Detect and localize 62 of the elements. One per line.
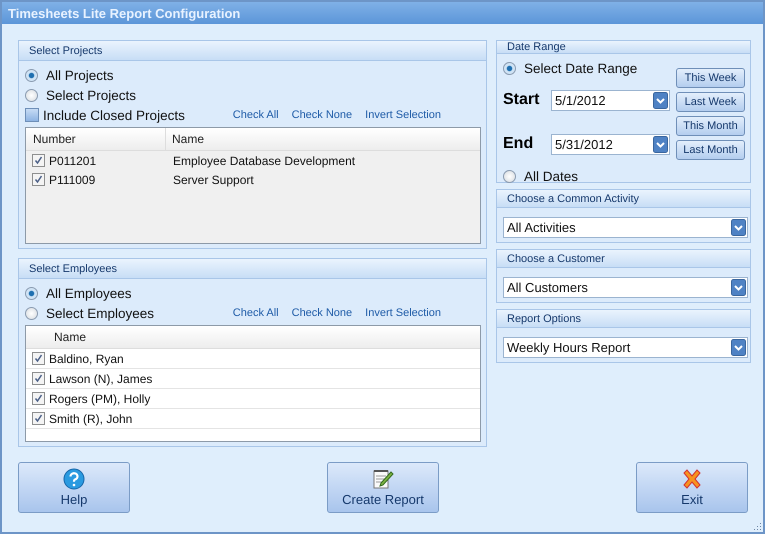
panel-title: Choose a Customer: [507, 252, 605, 264]
table-cell: Smith (R), John: [49, 412, 132, 426]
column-header: Name: [171, 131, 204, 148]
window-title: Timesheets Lite Report Configuration: [8, 6, 240, 20]
date-preset-button[interactable]: Last Month: [676, 140, 745, 160]
radio-button[interactable]: [25, 88, 38, 102]
table-cell: Rogers (PM), Holly: [49, 392, 150, 406]
table-cell: Lawson (N), James: [49, 372, 152, 386]
dropdown[interactable]: All Customers: [503, 277, 748, 298]
checkbox[interactable]: [32, 392, 45, 405]
radio-label: All Dates: [524, 168, 578, 184]
panel-title: Choose a Common Activity: [507, 192, 640, 204]
dropdown[interactable]: All Activities: [503, 217, 748, 238]
table-cell: Baldino, Ryan: [49, 352, 124, 366]
selection-link[interactable]: Invert Selection: [365, 109, 441, 121]
radio-label: All Employees: [46, 286, 132, 300]
checkbox[interactable]: [32, 154, 45, 167]
checkbox[interactable]: [32, 412, 45, 425]
table-cell-text: P011201: [49, 154, 98, 168]
selection-link[interactable]: Check None: [292, 307, 352, 319]
radio-button[interactable]: [503, 62, 516, 74]
radio-label: Select Date Range: [524, 60, 638, 76]
radio-button[interactable]: [25, 286, 38, 300]
resize-grip-icon[interactable]: [752, 521, 762, 531]
help-icon: [63, 468, 85, 490]
panel-title: Date Range: [507, 41, 566, 53]
date-label: Start: [503, 91, 540, 109]
column-header: Number: [26, 128, 166, 150]
table-cell: Server Support: [173, 172, 254, 186]
close-icon: [681, 468, 703, 490]
date-preset-button[interactable]: This Month: [676, 116, 745, 136]
column-header: Name: [53, 329, 86, 346]
selection-link[interactable]: Check None: [292, 109, 352, 121]
checkbox[interactable]: [25, 108, 39, 122]
date-field[interactable]: 5/1/2012: [551, 90, 670, 110]
selection-link[interactable]: Check All: [232, 109, 279, 121]
exit-button[interactable]: Exit: [636, 462, 748, 513]
table-cell: Employee Database Development: [173, 154, 356, 168]
panel-title: Select Projects: [29, 44, 102, 56]
radio-button[interactable]: [25, 68, 38, 82]
date-field[interactable]: 5/31/2012: [551, 134, 670, 154]
checkbox[interactable]: [32, 173, 45, 186]
radio-label: Select Projects: [46, 88, 136, 102]
radio-button[interactable]: [25, 306, 38, 320]
create-report-button[interactable]: Create Report: [327, 462, 439, 513]
selection-link[interactable]: Invert Selection: [365, 307, 441, 319]
radio-label: Select Employees: [46, 306, 154, 320]
notepad-pencil-icon: [372, 468, 394, 490]
checkbox[interactable]: [32, 372, 45, 385]
radio-label: All Projects: [46, 68, 114, 82]
checkbox[interactable]: [32, 352, 45, 365]
selection-link[interactable]: Check All: [232, 307, 279, 319]
table-cell-text: P111009: [49, 172, 96, 186]
help-button[interactable]: Help: [18, 462, 130, 513]
panel-title: Select Employees: [29, 262, 118, 274]
date-label: End: [503, 135, 534, 153]
panel-title: Report Options: [507, 312, 581, 324]
checkbox-label: Include Closed Projects: [43, 108, 185, 122]
dropdown[interactable]: Weekly Hours Report: [503, 337, 748, 358]
date-preset-button[interactable]: Last Week: [676, 92, 745, 112]
date-preset-button[interactable]: This Week: [676, 68, 745, 88]
radio-button[interactable]: [503, 170, 516, 182]
